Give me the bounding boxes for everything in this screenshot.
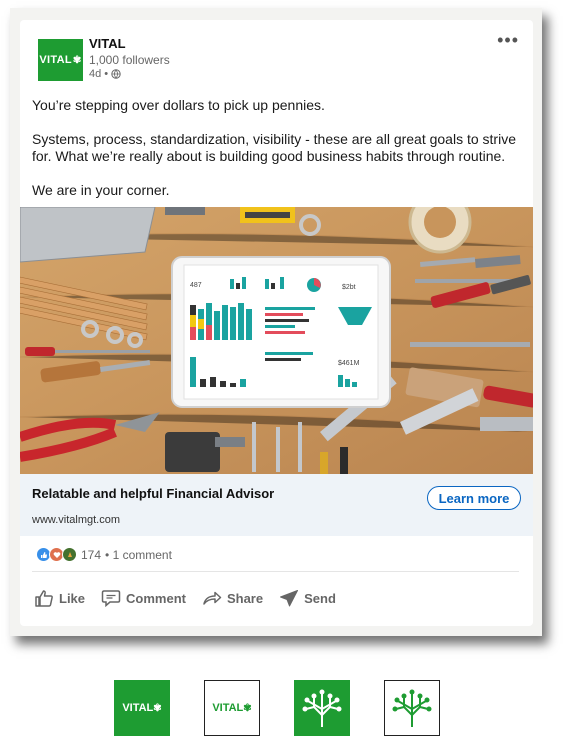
post-paragraph: We are in your corner. xyxy=(32,182,170,198)
post-paragraph: Systems, process, standardization, visib… xyxy=(32,131,516,164)
sprout-icon: ✾ xyxy=(243,702,252,714)
logo-variant-text: VITAL xyxy=(122,702,154,714)
post-age: 4d • xyxy=(89,68,109,80)
post-time: 4d • xyxy=(89,68,121,80)
action-bar: Like Comment Share Send xyxy=(34,589,336,607)
post-image-tools-tablet[interactable]: 487 $2bt $461M xyxy=(20,207,533,474)
post-body: You’re stepping over dollars to pick up … xyxy=(32,97,522,216)
share-label: Share xyxy=(226,590,264,606)
send-icon xyxy=(280,590,299,607)
sprout-icon: ✾ xyxy=(72,54,82,66)
linkedin-post-card: VITAL ✾ VITAL 1,000 followers 4d • ••• Yo… xyxy=(20,20,533,626)
tools-illustration: 487 $2bt $461M xyxy=(20,207,533,474)
logo-text: VITAL xyxy=(39,54,72,66)
divider xyxy=(32,571,519,572)
thumbs-up-icon xyxy=(35,590,53,607)
sprout-icon: ✾ xyxy=(153,702,162,714)
post-paragraph: You’re stepping over dollars to pick up … xyxy=(32,97,325,113)
reaction-count: 174 xyxy=(81,547,102,562)
like-label: Like xyxy=(59,590,86,606)
tablet-kpi-3: $461M xyxy=(338,360,360,367)
reaction-icons xyxy=(36,547,77,562)
tablet-kpi-2: $2bt xyxy=(342,284,356,291)
company-name[interactable]: VITAL xyxy=(89,36,126,51)
tablet-kpi-1: 487 xyxy=(190,282,202,289)
like-button[interactable]: Like xyxy=(34,589,85,607)
logo-variant-white-text: VITAL ✾ xyxy=(204,680,260,736)
more-options-icon[interactable]: ••• xyxy=(497,30,519,51)
reactions-summary[interactable]: 174 • 1 comment xyxy=(36,547,172,562)
support-reaction-icon xyxy=(62,547,77,562)
logo-variant-white-tree xyxy=(384,680,440,736)
logo-variant-text: VITAL xyxy=(212,702,244,714)
logo-variant-green-text: VITAL ✾ xyxy=(114,680,170,736)
comment-count[interactable]: • 1 comment xyxy=(105,548,172,562)
globe-icon xyxy=(111,69,121,79)
link-url: www.vitalmgt.com xyxy=(32,514,121,526)
link-preview[interactable]: Relatable and helpful Financial Advisor … xyxy=(20,474,533,536)
circuit-tree-icon xyxy=(392,689,432,727)
send-label: Send xyxy=(304,590,336,606)
logo-variant-green-tree xyxy=(294,680,350,736)
share-button[interactable]: Share xyxy=(202,589,263,607)
share-arrow-icon xyxy=(203,591,222,605)
comment-button[interactable]: Comment xyxy=(101,589,186,607)
learn-more-button[interactable]: Learn more xyxy=(427,486,521,510)
circuit-tree-icon xyxy=(302,689,342,727)
logo-variants-row: VITAL ✾ VITAL ✾ xyxy=(0,680,572,736)
send-button[interactable]: Send xyxy=(279,589,336,607)
company-logo[interactable]: VITAL ✾ xyxy=(38,39,83,81)
link-title[interactable]: Relatable and helpful Financial Advisor xyxy=(32,486,274,501)
comment-icon xyxy=(101,590,121,607)
follower-count: 1,000 followers xyxy=(89,53,170,67)
comment-label: Comment xyxy=(126,590,186,606)
